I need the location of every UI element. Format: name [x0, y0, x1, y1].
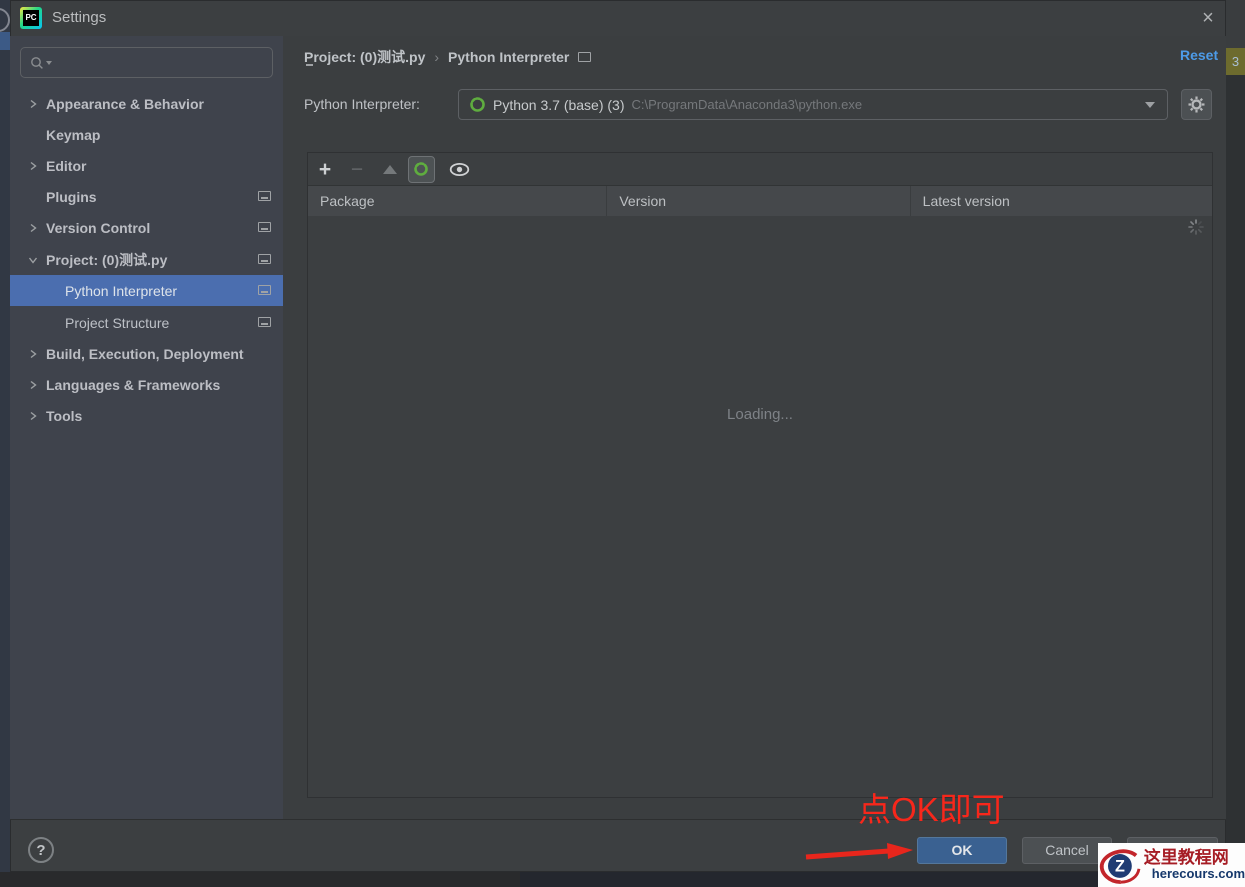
monitor-icon	[258, 254, 271, 264]
sidebar-item-label: Appearance & Behavior	[46, 95, 204, 112]
sidebar-item-keymap[interactable]: Keymap	[10, 119, 283, 150]
sidebar-item-python-interpreter[interactable]: Python Interpreter	[10, 275, 283, 306]
settings-search-field[interactable]	[20, 47, 273, 78]
sidebar-item-label: Python Interpreter	[65, 282, 178, 299]
reset-link[interactable]: Reset	[1180, 47, 1218, 63]
ok-button[interactable]: OK	[917, 837, 1007, 864]
interpreter-value: Python 3.7 (base) (3)	[493, 96, 625, 113]
monitor-icon	[578, 52, 592, 62]
show-early-releases-button[interactable]	[446, 153, 472, 186]
underlying-toolbar-sliver	[1226, 0, 1245, 48]
watermark-site-domain: herecours.com	[1151, 866, 1245, 882]
packages-toolbar: + −	[308, 153, 1212, 186]
sidebar-item-tools[interactable]: Tools	[10, 400, 283, 431]
column-header-latest-version[interactable]: Latest version	[911, 186, 1212, 216]
conda-mode-toggle-button[interactable]	[408, 156, 435, 183]
chevron-right-icon	[28, 99, 38, 109]
packages-table: + − Package Version Latest version Loadi…	[307, 152, 1213, 798]
notification-badge: 3	[1226, 48, 1245, 75]
annotation-text: 点OK即可	[858, 791, 1005, 828]
combo-dropdown-arrow-icon[interactable]	[1145, 101, 1155, 108]
sidebar-item-version-control[interactable]: Version Control	[10, 212, 283, 243]
chevron-right-icon	[28, 349, 38, 359]
breadcrumb: Project: (0)测试.py › Python Interpreter	[304, 47, 592, 67]
watermark-site-name: 这里教程网	[1143, 848, 1229, 868]
monitor-icon	[258, 191, 271, 201]
underlying-window-right-edge: 3	[1226, 0, 1245, 887]
chevron-right-icon	[28, 161, 38, 171]
help-button[interactable]: ?	[28, 837, 54, 863]
loading-spinner-icon	[1188, 219, 1204, 235]
sidebar-item-editor[interactable]: Editor	[10, 150, 283, 181]
sidebar-item-label: Editor	[46, 157, 87, 174]
monitor-icon	[258, 222, 271, 232]
sidebar-item-label: Plugins	[46, 188, 97, 205]
breadcrumb-separator: ›	[434, 49, 440, 65]
underlying-window-left-edge	[0, 0, 10, 887]
packages-body: Loading...	[308, 216, 1212, 797]
monitor-icon	[258, 317, 271, 327]
sidebar-item-appearance-behavior[interactable]: Appearance & Behavior	[10, 88, 283, 119]
sidebar-item-label: Keymap	[46, 126, 101, 143]
dialog-title: Settings	[52, 9, 107, 26]
search-input[interactable]	[52, 54, 242, 71]
conda-icon	[414, 162, 428, 176]
watermark-logo-icon: Z	[1099, 849, 1141, 885]
breadcrumb-project: Project: (0)测试.py	[304, 49, 426, 65]
sidebar-item-label: Project Structure	[65, 314, 170, 331]
upgrade-arrow-icon	[383, 165, 397, 174]
sidebar-item-project-structure[interactable]: Project Structure	[10, 307, 283, 338]
interpreter-combobox[interactable]: Python 3.7 (base) (3) C:\ProgramData\Ana…	[458, 89, 1168, 120]
packages-header-row: Package Version Latest version	[308, 186, 1212, 216]
underlying-window-bottom-edge	[0, 872, 1245, 887]
interpreter-label: Python Interpreter:	[304, 96, 420, 112]
watermark-logo-letter: Z	[1115, 858, 1125, 876]
breadcrumb-page: Python Interpreter	[448, 49, 570, 65]
column-header-version[interactable]: Version	[607, 186, 911, 216]
chevron-right-icon	[28, 380, 38, 390]
interpreter-path: C:\ProgramData\Anaconda3\python.exe	[631, 97, 863, 112]
interpreter-settings-button[interactable]	[1181, 89, 1212, 120]
eye-icon	[449, 163, 469, 176]
annotation-arrow	[805, 843, 913, 860]
sidebar-item-label: Build, Execution, Deployment	[46, 345, 244, 362]
conda-env-icon	[470, 97, 485, 112]
gear-icon	[1188, 96, 1205, 113]
sidebar-item-project[interactable]: Project: (0)测试.py	[10, 244, 283, 275]
sidebar-item-label: Project: (0)测试.py	[46, 251, 168, 268]
monitor-icon	[258, 285, 271, 295]
bottom-edge-segment	[0, 872, 520, 887]
settings-sidebar: Appearance & Behavior Keymap Editor Plug…	[10, 36, 283, 819]
screenshot-root: 3 PC Settings × Appearance & Behavior Ke…	[0, 0, 1245, 887]
partial-circle-icon	[0, 8, 10, 32]
loading-text: Loading...	[727, 406, 793, 423]
underlying-selection-sliver	[0, 32, 10, 50]
sidebar-item-label: Version Control	[46, 219, 151, 236]
sidebar-item-languages-frameworks[interactable]: Languages & Frameworks	[10, 369, 283, 400]
close-icon[interactable]: ×	[1194, 4, 1222, 32]
add-package-button[interactable]: +	[314, 153, 336, 186]
search-icon	[31, 56, 43, 69]
sidebar-item-label: Tools	[46, 407, 83, 424]
watermark: Z 这里教程网 herecours.com	[1098, 843, 1245, 887]
sidebar-item-label: Languages & Frameworks	[46, 376, 221, 393]
sidebar-item-plugins[interactable]: Plugins	[10, 181, 283, 212]
sidebar-item-build-execution-deployment[interactable]: Build, Execution, Deployment	[10, 338, 283, 369]
chevron-down-icon	[28, 255, 38, 265]
chevron-right-icon	[28, 411, 38, 421]
pycharm-logo-icon: PC	[20, 7, 42, 29]
footer-separator	[10, 819, 1226, 820]
column-header-package[interactable]: Package	[308, 186, 608, 216]
upgrade-package-button[interactable]	[379, 153, 401, 186]
remove-package-button[interactable]: −	[346, 153, 368, 186]
chevron-right-icon	[28, 223, 38, 233]
